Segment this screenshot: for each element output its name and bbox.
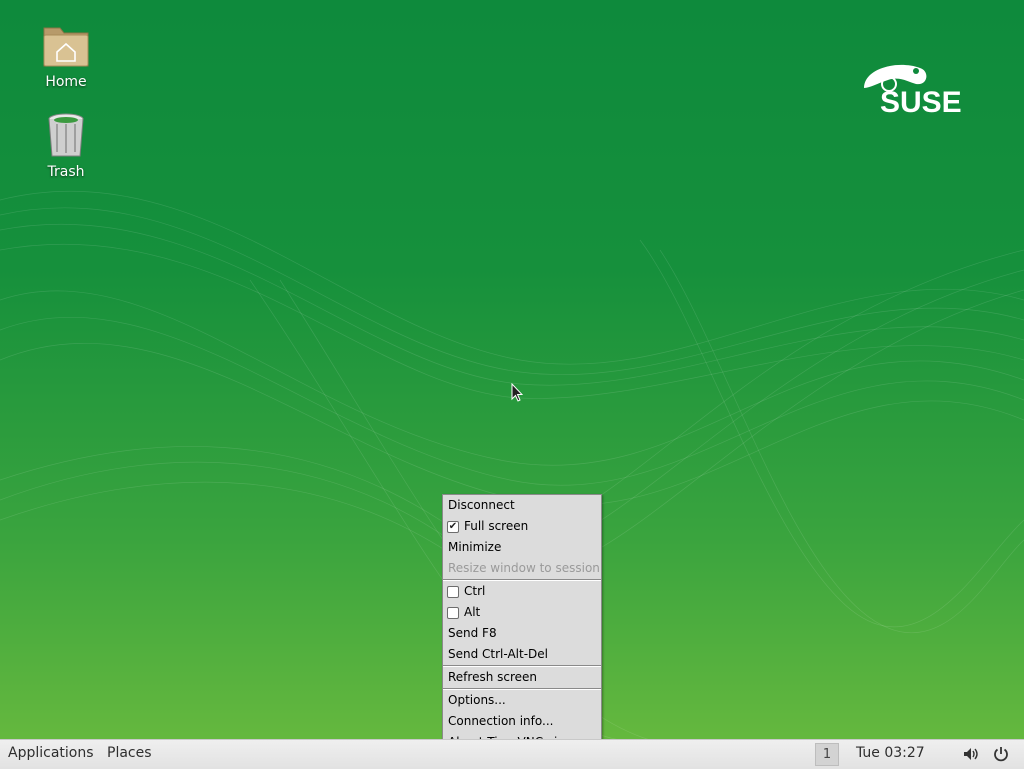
menu-item-refresh-screen[interactable]: Refresh screen — [443, 667, 601, 688]
menu-item-disconnect[interactable]: Disconnect — [443, 495, 601, 516]
menu-item-full-screen[interactable]: ✔ Full screen — [443, 516, 601, 537]
menu-item-options[interactable]: Options... — [443, 690, 601, 711]
menu-item-send-ctrl-alt-del[interactable]: Send Ctrl-Alt-Del — [443, 644, 601, 665]
suse-logo: SUSE — [858, 58, 980, 119]
volume-icon[interactable] — [962, 745, 980, 763]
logo-text: SUSE — [880, 86, 962, 118]
menu-item-send-f8[interactable]: Send F8 — [443, 623, 601, 644]
applications-menu-button[interactable]: Applications — [8, 740, 94, 769]
menu-item-ctrl[interactable]: Ctrl — [443, 581, 601, 602]
menu-item-resize-window: Resize window to session — [448, 561, 600, 575]
menu-item-label: Ctrl — [464, 584, 486, 598]
menu-item-label: Alt — [464, 605, 481, 619]
menu-item-minimize[interactable]: Minimize — [443, 537, 601, 558]
places-menu-button[interactable]: Places — [107, 740, 152, 769]
checkbox-unchecked-icon[interactable] — [447, 586, 459, 598]
mouse-cursor — [511, 382, 524, 403]
vnc-context-menu: Disconnect ✔ Full screen Minimize Resize… — [442, 494, 602, 754]
checkbox-unchecked-icon[interactable] — [447, 607, 459, 619]
home-folder-icon — [42, 22, 90, 70]
menu-item-alt[interactable]: Alt — [443, 602, 601, 623]
checkbox-checked-icon[interactable]: ✔ — [447, 521, 459, 533]
bottom-panel: Applications Places 1 Tue 03:27 — [0, 739, 1024, 769]
desktop-icon-trash[interactable]: Trash — [21, 112, 111, 180]
trash-icon — [42, 112, 90, 160]
clock[interactable]: Tue 03:27 — [856, 740, 925, 767]
desktop-icon-label: Trash — [47, 164, 85, 180]
menu-item-label: Full screen — [464, 519, 529, 533]
desktop-icon-label: Home — [45, 74, 87, 90]
workspace-switcher[interactable]: 1 — [815, 743, 839, 766]
desktop: { "desktop": { "icons": [ {"label": "Hom… — [0, 0, 1024, 769]
menu-item-connection-info[interactable]: Connection info... — [443, 711, 601, 732]
desktop-icon-home[interactable]: Home — [21, 22, 111, 90]
power-icon[interactable] — [992, 745, 1010, 763]
